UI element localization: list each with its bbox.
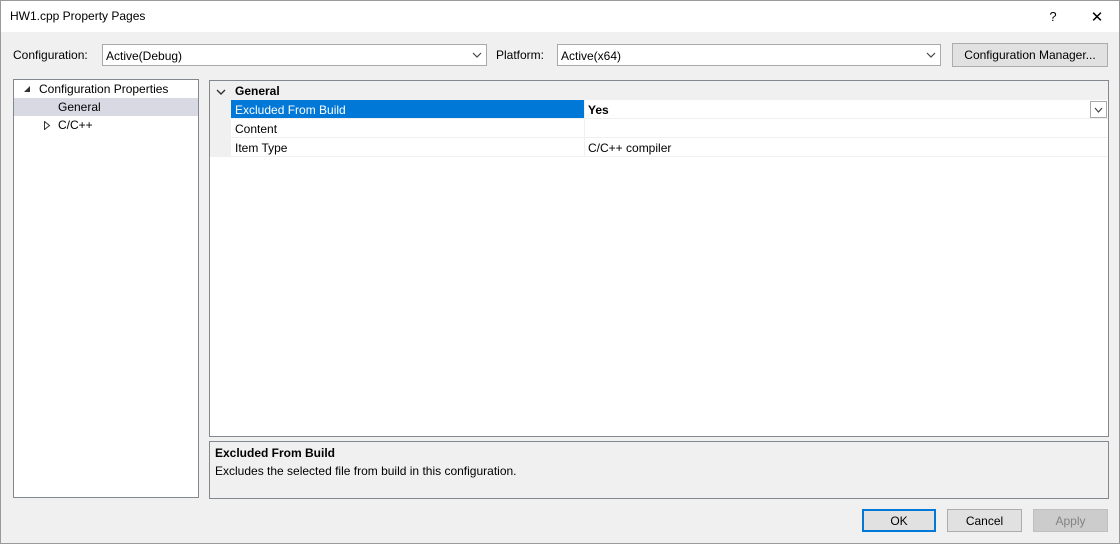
- expanded-triangle-icon[interactable]: [22, 83, 32, 95]
- tree-item-label: General: [58, 100, 101, 114]
- collapsed-triangle-icon[interactable]: [42, 119, 52, 131]
- description-title: Excluded From Build: [215, 446, 336, 460]
- category-header-general[interactable]: General: [210, 81, 1108, 100]
- configuration-value: Active(Debug): [106, 49, 183, 63]
- row-gutter: [210, 119, 231, 138]
- description-text: Excludes the selected file from build in…: [215, 464, 517, 478]
- property-row-excluded-from-build[interactable]: Excluded From Build Yes: [210, 100, 1108, 119]
- tree-item-general[interactable]: General: [14, 98, 198, 116]
- chevron-down-icon: [471, 48, 483, 62]
- property-row-item-type[interactable]: Item Type C/C++ compiler: [210, 138, 1108, 157]
- help-button[interactable]: ?: [1031, 1, 1075, 32]
- property-row-content[interactable]: Content: [210, 119, 1108, 138]
- property-name: Item Type: [231, 138, 585, 157]
- tree-item-label: C/C++: [58, 118, 93, 132]
- tree-item-cpp[interactable]: C/C++: [14, 116, 198, 134]
- property-value[interactable]: [585, 119, 1108, 138]
- apply-button[interactable]: Apply: [1033, 509, 1108, 532]
- row-gutter: [210, 138, 231, 157]
- ok-button[interactable]: OK: [862, 509, 936, 532]
- property-name: Content: [231, 119, 585, 138]
- configuration-select[interactable]: Active(Debug): [102, 44, 487, 66]
- tree-item-configuration-properties[interactable]: Configuration Properties: [14, 80, 198, 98]
- property-value-dropdown[interactable]: Yes: [585, 100, 1108, 119]
- title-bar: HW1.cpp Property Pages ? ✕: [1, 1, 1119, 32]
- platform-select[interactable]: Active(x64): [557, 44, 941, 66]
- description-panel: Excluded From Build Excludes the selecte…: [209, 441, 1109, 499]
- property-value[interactable]: C/C++ compiler: [585, 138, 1108, 157]
- tree-item-label: Configuration Properties: [39, 82, 169, 96]
- property-grid: General Excluded From Build Yes Content …: [209, 80, 1109, 437]
- row-gutter: [210, 100, 231, 119]
- chevron-down-icon: [1094, 107, 1103, 113]
- property-name: Excluded From Build: [231, 100, 585, 119]
- platform-label: Platform:: [496, 48, 545, 62]
- chevron-down-icon[interactable]: [216, 85, 228, 97]
- close-button[interactable]: ✕: [1075, 1, 1119, 32]
- platform-value: Active(x64): [561, 49, 622, 63]
- category-label: General: [235, 84, 280, 98]
- configuration-label: Configuration:: [13, 48, 88, 62]
- property-pages-dialog: HW1.cpp Property Pages ? ✕ Configuration…: [0, 0, 1120, 544]
- property-value: Yes: [588, 103, 609, 117]
- window-title: HW1.cpp Property Pages: [10, 9, 146, 23]
- dropdown-button[interactable]: [1090, 101, 1107, 118]
- category-tree: Configuration Properties General C/C++: [13, 79, 199, 498]
- cancel-button[interactable]: Cancel: [947, 509, 1022, 532]
- configuration-manager-button[interactable]: Configuration Manager...: [952, 43, 1108, 67]
- chevron-down-icon: [925, 48, 937, 62]
